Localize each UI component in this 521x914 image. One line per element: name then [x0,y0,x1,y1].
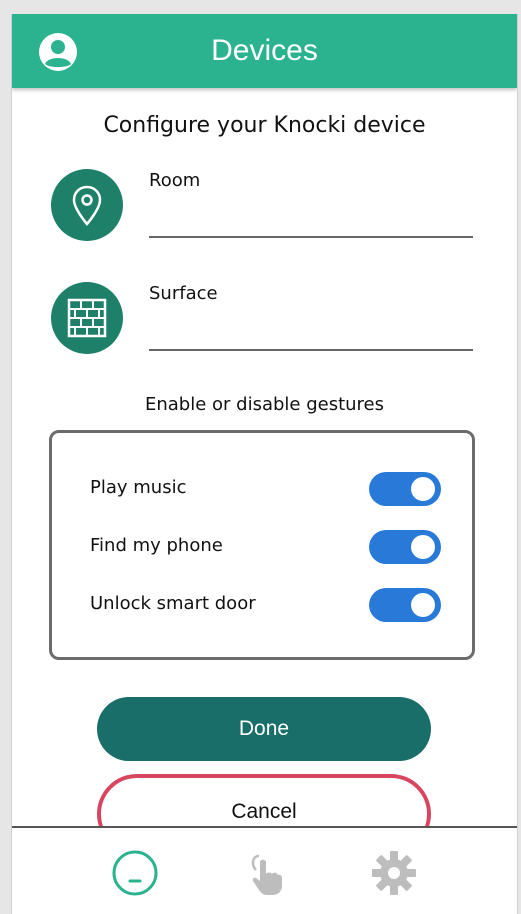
gestures-panel: Play music Find my phone Unlock smart do… [49,430,475,660]
gestures-title: Enable or disable gestures [144,394,385,415]
gesture-label: Play music [90,477,187,498]
unlock-door-toggle[interactable] [369,588,441,622]
toggle-knob [411,593,435,617]
toggle-knob [411,535,435,559]
config-title: Configure your Knocki device [103,113,426,138]
bottom-navigation [12,826,517,914]
gesture-row-unlock-door: Unlock smart door [52,587,472,623]
surface-input[interactable] [149,349,473,351]
room-input[interactable] [149,236,473,238]
surface-label: Surface [149,283,218,304]
play-music-toggle[interactable] [369,472,441,506]
find-phone-toggle[interactable] [369,530,441,564]
page-title: Devices [211,34,318,67]
location-pin-icon [51,169,123,241]
gesture-row-play-music: Play music [52,471,472,507]
gesture-label: Unlock smart door [90,593,256,614]
toggle-knob [411,477,435,501]
done-button[interactable]: Done [97,697,431,761]
brick-wall-icon [51,282,123,354]
tap-gesture-icon[interactable] [240,848,290,898]
gesture-label: Find my phone [90,535,223,556]
app-bar: Devices [12,14,517,88]
settings-gear-icon[interactable] [369,848,419,898]
phone-screen: Devices Configure your Knocki device Roo… [11,14,518,914]
room-label: Room [149,170,201,191]
knocki-device-icon[interactable] [110,848,160,898]
gesture-row-find-phone: Find my phone [52,529,472,565]
